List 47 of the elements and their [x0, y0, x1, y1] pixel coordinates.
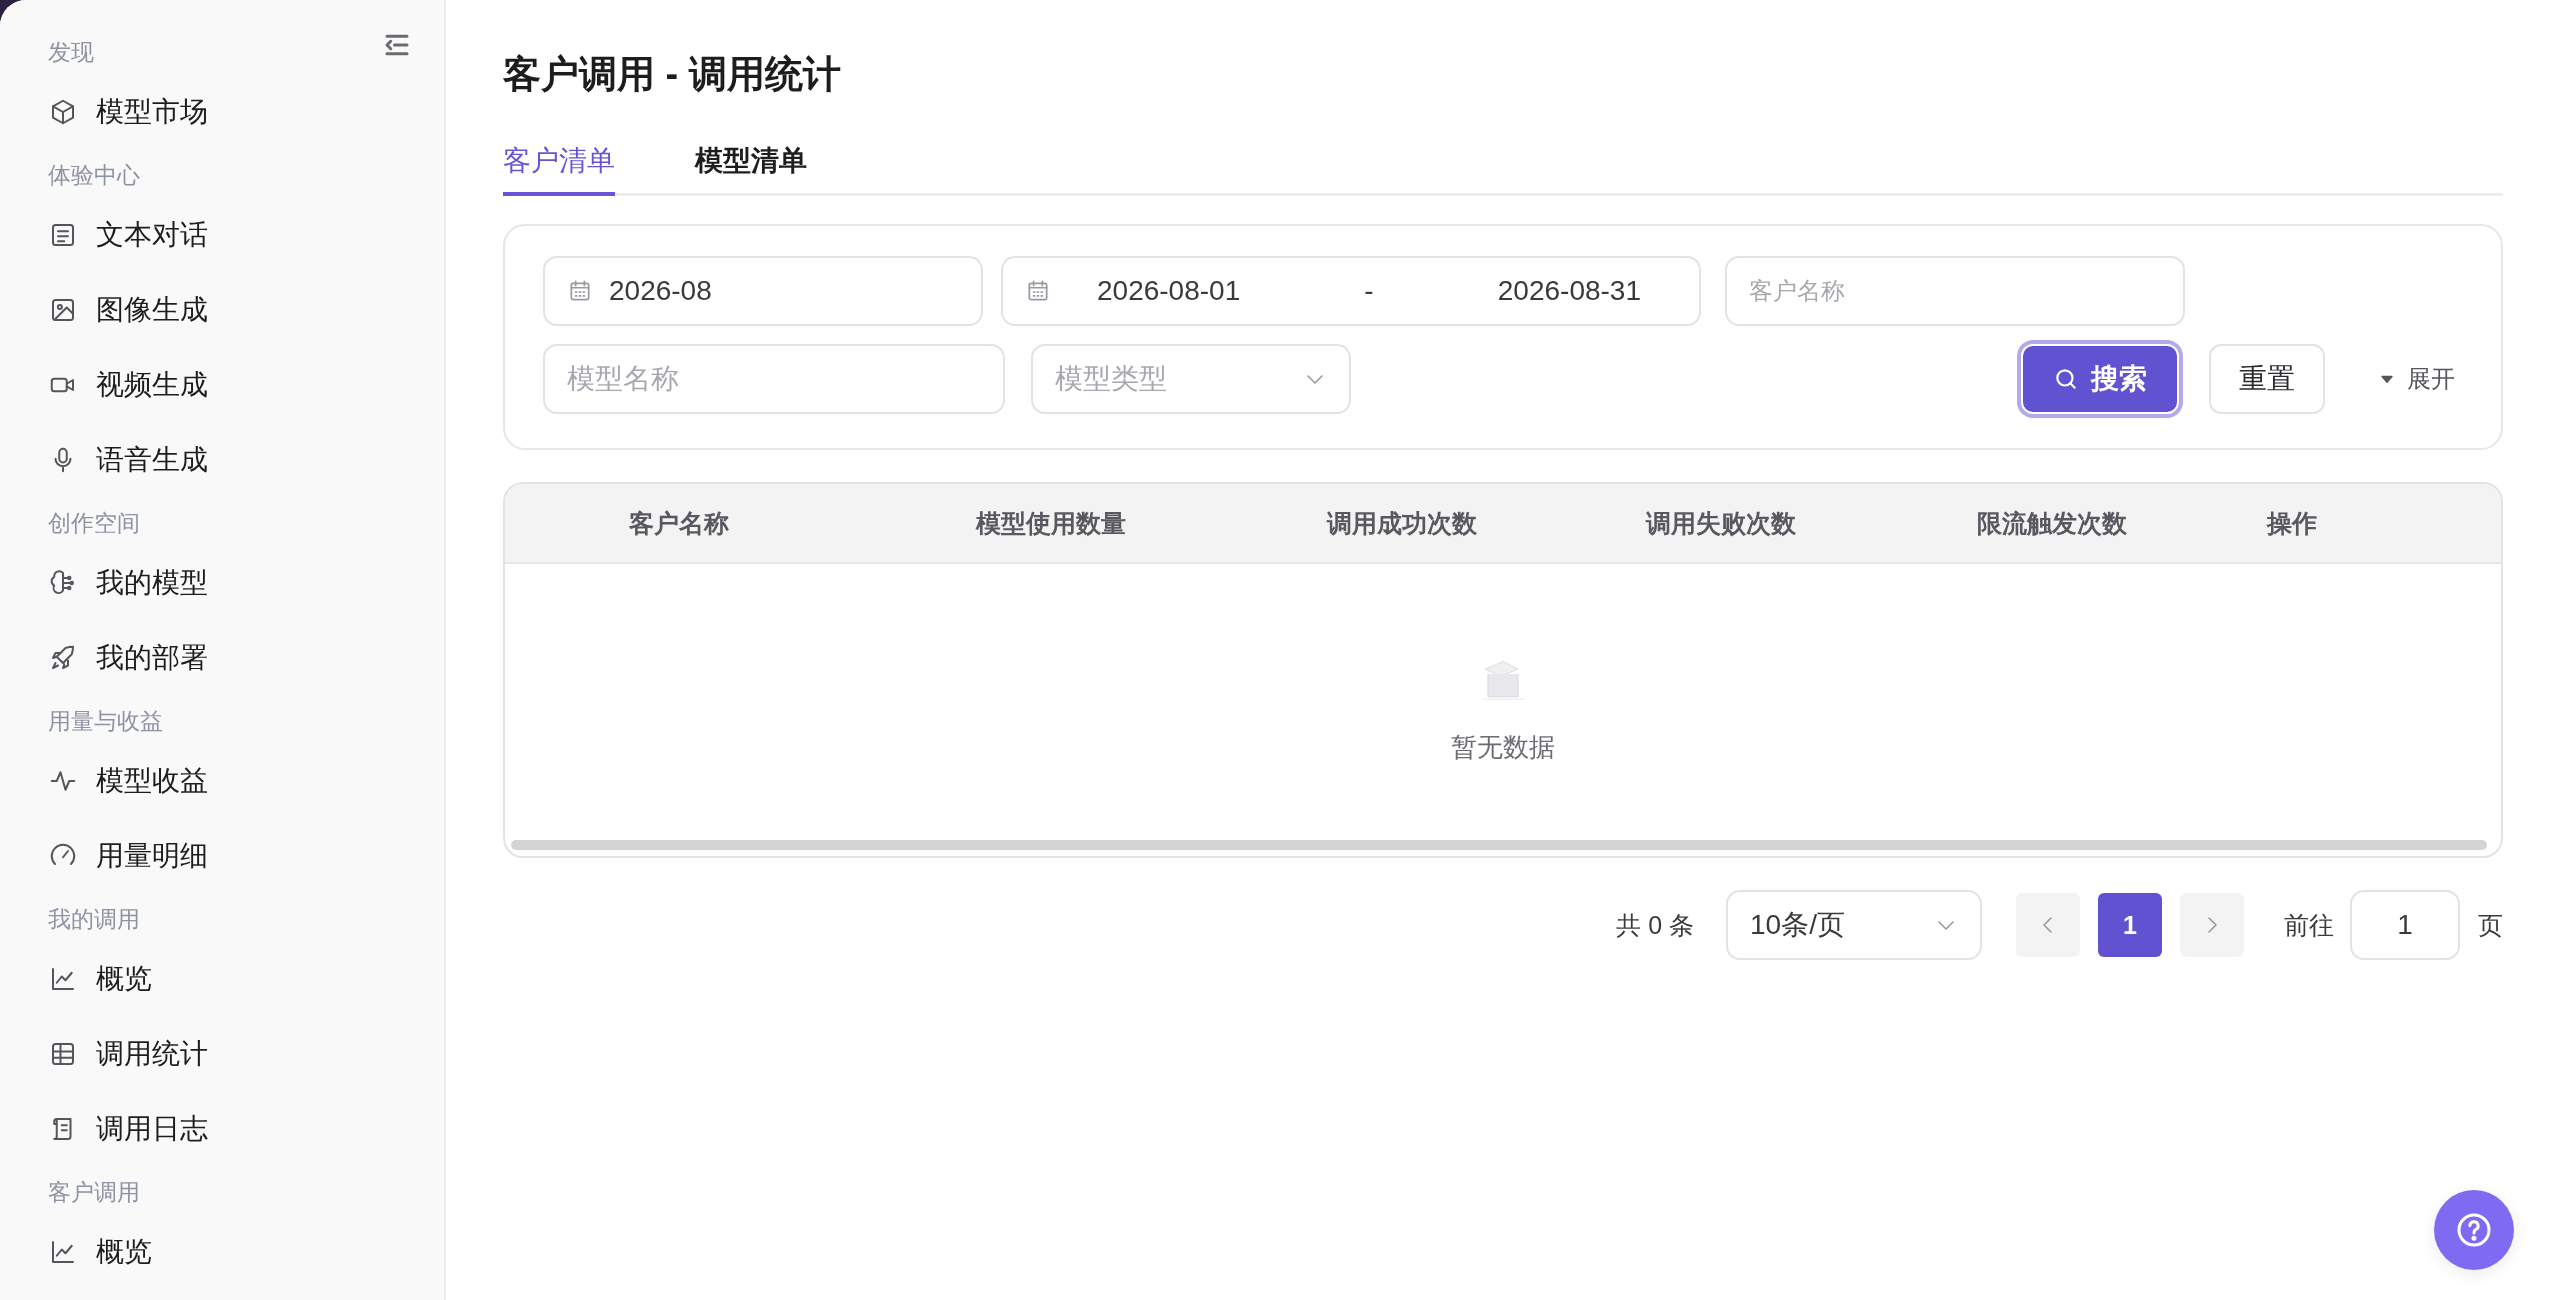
horizontal-scrollbar[interactable]: [511, 840, 2487, 850]
column-header: 调用失败次数: [1644, 507, 1797, 539]
sidebar-section-label: 客户调用: [48, 1178, 140, 1207]
reset-button[interactable]: 重置: [2209, 344, 2325, 414]
sidebar-section-label: 创作空间: [48, 509, 140, 538]
page-number-button[interactable]: 1: [2098, 893, 2162, 957]
month-picker[interactable]: 2026-08: [543, 256, 983, 326]
calendar-icon: [567, 278, 593, 304]
column-header: 操作: [2265, 507, 2318, 539]
sidebar-item[interactable]: 模型市场: [48, 74, 208, 149]
sidebar-item[interactable]: 语音生成: [48, 422, 208, 497]
page-unit-label: 页: [2478, 909, 2503, 941]
column-header: 模型使用数量: [974, 507, 1127, 539]
sidebar-section-label: 我的调用: [48, 905, 140, 934]
sidebar-item[interactable]: 模型收益: [48, 743, 208, 818]
sidebar-item[interactable]: 图像生成: [48, 272, 208, 347]
page-title: 客户调用 - 调用统计: [503, 52, 842, 97]
column-header: 限流触发次数: [1976, 507, 2128, 539]
sidebar-item[interactable]: 文本对话: [48, 197, 208, 272]
page-size-select[interactable]: 10条/页: [1726, 890, 1982, 960]
sidebar-item[interactable]: 调用日志: [48, 1091, 208, 1166]
column-header: 客户名称: [628, 507, 730, 539]
sidebar-item[interactable]: 概览: [48, 941, 152, 1016]
sidebar-item[interactable]: 视频生成: [48, 347, 208, 422]
sidebar-item[interactable]: 用量明细: [48, 818, 208, 893]
tab[interactable]: 模型清单: [695, 128, 807, 196]
customer-name-field[interactable]: 客户名称: [1725, 256, 2185, 326]
expand-toggle[interactable]: 展开: [2371, 362, 2461, 396]
calendar-icon: [1025, 278, 1051, 304]
date-range-picker[interactable]: 2026-08-01 - 2026-08-31: [1001, 256, 1701, 326]
sidebar-section-label: 用量与收益: [48, 707, 163, 736]
total-count: 共 0 条: [1616, 909, 1694, 941]
empty-state-text: 暂无数据: [1451, 731, 1555, 764]
sidebar-section-label: 体验中心: [48, 161, 140, 190]
goto-label: 前往: [2284, 909, 2334, 941]
column-header: 调用成功次数: [1325, 507, 1478, 539]
model-name-field[interactable]: 模型名称: [543, 344, 1005, 414]
sidebar-item[interactable]: 概览: [48, 1214, 152, 1289]
sidebar-item[interactable]: 我的部署: [48, 620, 208, 695]
search-icon: [2053, 366, 2079, 392]
previous-page-button[interactable]: [2016, 893, 2080, 957]
sidebar-section-label: 发现: [48, 38, 94, 67]
sidebar-item[interactable]: 调用统计: [48, 1016, 208, 1091]
next-page-button[interactable]: [2180, 893, 2244, 957]
page-jump-field[interactable]: 1: [2350, 890, 2460, 960]
tab[interactable]: 客户清单: [503, 128, 615, 196]
sidebar-item[interactable]: 我的模型: [48, 545, 208, 620]
